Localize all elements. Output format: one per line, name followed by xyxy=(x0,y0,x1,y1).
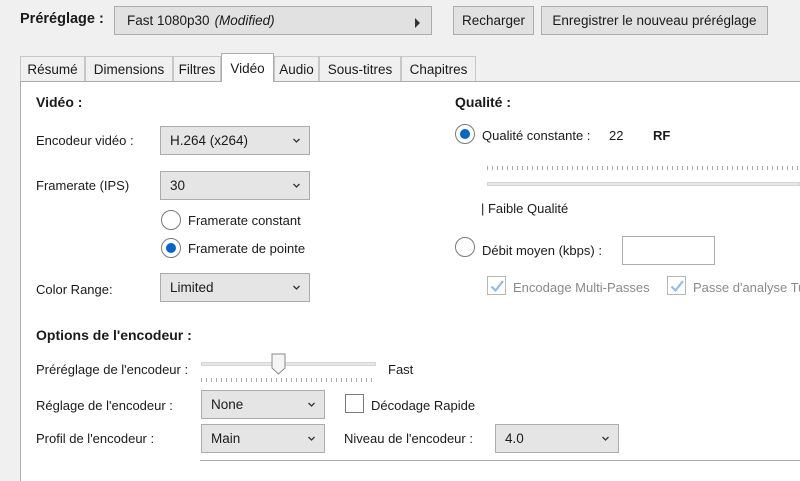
rf-value: 22 xyxy=(609,128,624,143)
low-quality-label: | Faible Qualité xyxy=(481,201,569,216)
framerate-constant-radio[interactable] xyxy=(161,210,181,230)
chevron-down-icon xyxy=(308,436,315,441)
encoder-level-value: 4.0 xyxy=(505,431,524,446)
quality-slider[interactable] xyxy=(487,182,800,186)
encoder-preset-ticks xyxy=(201,378,376,382)
color-range-select[interactable]: Limited xyxy=(160,273,310,302)
encoder-profile-value: Main xyxy=(211,431,241,446)
encoder-preset-slider[interactable] xyxy=(201,362,376,366)
constant-quality-label[interactable]: Qualité constante : xyxy=(482,128,590,143)
multipass-label[interactable]: Encodage Multi-Passes xyxy=(513,280,650,295)
framerate-peak-label[interactable]: Framerate de pointe xyxy=(188,241,305,256)
avg-bitrate-input[interactable] xyxy=(622,236,715,265)
fast-decode-checkbox[interactable] xyxy=(345,394,364,413)
color-range-value: Limited xyxy=(170,280,214,295)
chevron-down-icon xyxy=(308,402,315,407)
checkmark-icon xyxy=(670,280,684,293)
turbo-checkbox[interactable] xyxy=(667,276,686,295)
tab-dimensions[interactable]: Dimensions xyxy=(85,56,173,81)
framerate-select[interactable]: 30 xyxy=(160,171,310,200)
tab-video[interactable]: Vidéo xyxy=(221,53,274,82)
framerate-constant-label[interactable]: Framerate constant xyxy=(188,213,301,228)
multipass-checkbox[interactable] xyxy=(487,276,506,295)
encoder-profile-select[interactable]: Main xyxy=(201,424,325,453)
encoder-tune-select[interactable]: None xyxy=(201,390,325,419)
chevron-down-icon xyxy=(293,183,300,188)
avg-bitrate-label[interactable]: Débit moyen (kbps) : xyxy=(482,243,602,258)
save-new-preset-button[interactable]: Enregistrer le nouveau préréglage xyxy=(541,6,768,35)
encoder-preset-label: Préréglage de l'encodeur : xyxy=(36,362,189,377)
reload-button[interactable]: Recharger xyxy=(453,6,534,35)
tab-audio[interactable]: Audio xyxy=(274,56,319,81)
constant-quality-radio[interactable] xyxy=(455,124,475,144)
preset-label: Préréglage : xyxy=(20,11,104,27)
preset-state: (Modified) xyxy=(214,13,275,28)
avg-bitrate-radio[interactable] xyxy=(455,237,475,257)
chevron-down-icon xyxy=(293,285,300,290)
tab-subtitles[interactable]: Sous-titres xyxy=(319,56,401,81)
video-section-title: Vidéo : xyxy=(36,94,83,110)
video-encoder-value: H.264 (x264) xyxy=(170,133,249,148)
encoder-preset-thumb[interactable] xyxy=(271,353,286,378)
framerate-value: 30 xyxy=(170,178,186,193)
encoder-options-title: Options de l'encodeur : xyxy=(36,327,192,343)
tab-chapters[interactable]: Chapitres xyxy=(401,56,476,81)
encoder-tune-value: None xyxy=(211,397,244,412)
tab-summary[interactable]: Résumé xyxy=(20,56,85,81)
framerate-label: Framerate (IPS) xyxy=(36,178,130,193)
quality-section-title: Qualité : xyxy=(455,94,512,110)
chevron-down-icon xyxy=(602,436,609,441)
video-encoder-select[interactable]: H.264 (x264) xyxy=(160,126,310,155)
encoder-tune-label: Réglage de l'encodeur : xyxy=(36,398,173,413)
chevron-right-icon xyxy=(414,16,421,31)
framerate-peak-radio[interactable] xyxy=(161,238,181,258)
preset-selector[interactable]: Fast 1080p30 (Modified) xyxy=(114,6,432,35)
quality-slider-ticks xyxy=(487,166,800,170)
chevron-down-icon xyxy=(293,138,300,143)
color-range-label: Color Range: xyxy=(36,282,113,297)
tab-filters[interactable]: Filtres xyxy=(173,56,221,81)
encoder-level-label: Niveau de l'encodeur : xyxy=(344,431,473,446)
encoder-label: Encodeur vidéo : xyxy=(36,133,134,148)
turbo-label[interactable]: Passe d'analyse Tu xyxy=(693,280,800,295)
checkmark-icon xyxy=(490,280,504,293)
encoder-preset-value: Fast xyxy=(388,362,414,377)
rf-unit: RF xyxy=(653,128,671,143)
encoder-level-select[interactable]: 4.0 xyxy=(495,424,619,453)
encoder-profile-label: Profil de l'encodeur : xyxy=(36,431,155,446)
preset-name: Fast 1080p30 xyxy=(127,13,210,28)
fast-decode-label[interactable]: Décodage Rapide xyxy=(371,398,475,413)
